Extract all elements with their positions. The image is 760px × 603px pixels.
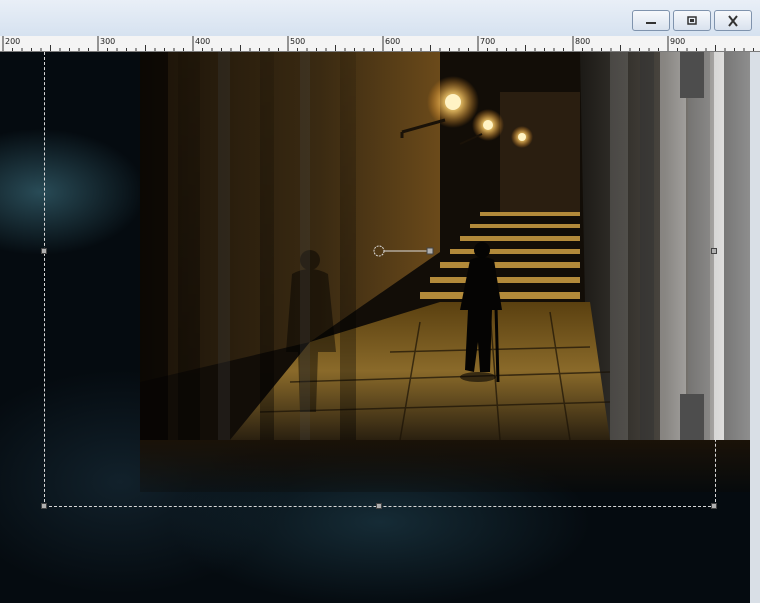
ruler-label: 500 <box>290 37 306 46</box>
restore-button[interactable] <box>673 10 711 31</box>
ruler-label: 200 <box>5 37 21 46</box>
close-icon <box>715 11 751 30</box>
minimize-icon <box>633 11 669 30</box>
selection-marquee[interactable] <box>44 52 716 507</box>
window-titlebar <box>0 0 760 36</box>
selection-handle-bottom-left[interactable] <box>41 503 47 509</box>
ruler-label: 900 <box>670 37 686 46</box>
canvas-edge <box>750 52 760 603</box>
ruler-label: 400 <box>195 37 211 46</box>
selection-handle-bottom[interactable] <box>376 503 382 509</box>
restore-icon <box>674 11 710 30</box>
ruler-label: 800 <box>575 37 591 46</box>
ruler-label: 600 <box>385 37 401 46</box>
minimize-button[interactable] <box>632 10 670 31</box>
selection-handle-right[interactable] <box>711 248 717 254</box>
selection-handle-left[interactable] <box>41 248 47 254</box>
horizontal-ruler[interactable]: 200 300 400 500 600 700 800 900 <box>0 36 760 52</box>
selection-handle-bottom-right[interactable] <box>711 503 717 509</box>
image-canvas[interactable] <box>0 52 750 603</box>
close-button[interactable] <box>714 10 752 31</box>
ruler-label: 300 <box>100 37 116 46</box>
rotation-pivot-icon[interactable] <box>372 244 438 258</box>
ruler-label: 700 <box>480 37 496 46</box>
